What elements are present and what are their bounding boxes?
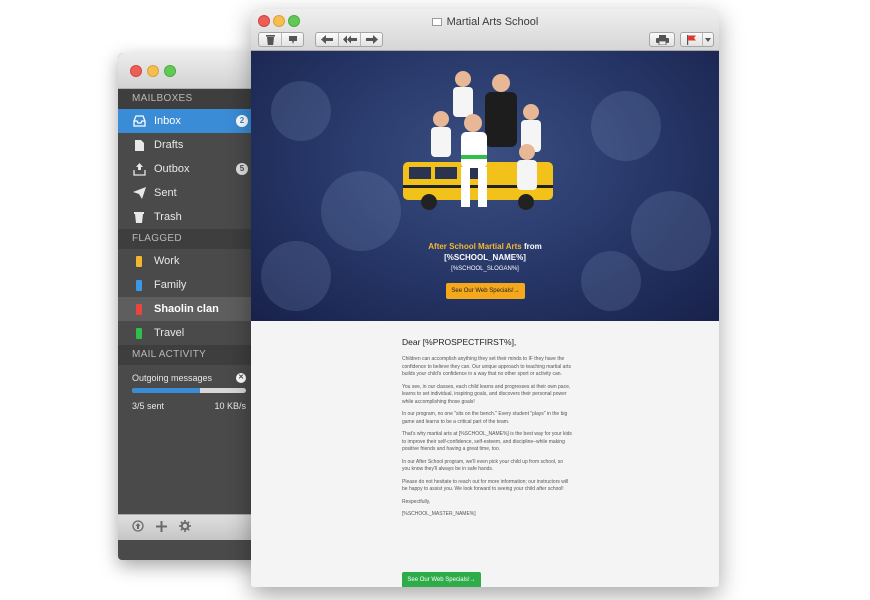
send-progress-fill: [132, 388, 201, 393]
trash-button[interactable]: [259, 33, 281, 46]
sidebar-item-label: Work: [154, 255, 180, 267]
sidebar-item-outbox[interactable]: Outbox 5: [118, 157, 258, 181]
sidebar-item-label: Trash: [154, 211, 182, 223]
sidebar-item-label: Outbox: [154, 163, 190, 175]
outbox-icon: [132, 162, 146, 176]
section-header-activity: MAIL ACTIVITY: [118, 345, 258, 365]
sidebar-item-travel[interactable]: Travel: [118, 321, 258, 345]
envelope-icon: [431, 18, 442, 26]
sidebar-item-work[interactable]: Work: [118, 249, 258, 273]
sidebar-item-inbox[interactable]: Inbox 2: [118, 109, 258, 133]
close-window-button[interactable]: [130, 65, 142, 77]
letter-content: Dear [%PROSPECTFIRST%], Children can acc…: [402, 337, 572, 524]
message-window: Martial Arts School After School Martial…: [251, 9, 719, 587]
minimize-window-button[interactable]: [147, 65, 159, 77]
pending-badge: 5: [236, 163, 248, 175]
plus-icon[interactable]: [156, 520, 167, 535]
flag-icon: [132, 302, 146, 316]
letter-paragraph: Please do not hesitate to reach out for …: [402, 478, 569, 493]
section-header-flagged: FLAGGED: [118, 229, 258, 249]
flag-icon: [132, 254, 146, 268]
hero-title-rest: from: [521, 242, 542, 251]
letter-signoff: Respectfully,: [402, 498, 431, 505]
chevron-down-icon: [702, 33, 713, 46]
delete-junk-group: [258, 32, 304, 47]
mail-activity-panel: Outgoing messages ✕ 3/5 sent 10 KB/s: [118, 365, 258, 413]
sidebar-item-sent[interactable]: Sent: [118, 181, 258, 205]
sidebar-item-label: Travel: [154, 327, 185, 339]
unread-badge: 2: [236, 115, 248, 127]
hero-title-accent: After School Martial Arts: [428, 242, 522, 251]
sidebar-item-label: Family: [154, 279, 187, 291]
reply-group: [315, 32, 383, 47]
mail-titlebar: [118, 53, 258, 89]
sidebar-item-shaolin-clan[interactable]: Shaolin clan: [118, 297, 258, 321]
sidebar-item-drafts[interactable]: Drafts: [118, 133, 258, 157]
crowd-shape: [591, 91, 661, 161]
reply-all-button[interactable]: [338, 33, 360, 46]
letter-paragraph: In our After School program, we'll even …: [402, 458, 564, 473]
send-progress-bar: [132, 388, 246, 393]
sidebar-footer: [118, 514, 258, 540]
letter-paragraph: That's why martial arts at [%SCHOOL_NAME…: [402, 431, 572, 452]
sidebar-item-label: Shaolin clan: [154, 303, 219, 315]
hero-school-name: [%SCHOOL_NAME%]: [444, 253, 526, 262]
window-title: Martial Arts School: [251, 16, 719, 28]
flag-icon: [681, 33, 702, 46]
sidebar-item-label: Drafts: [154, 139, 184, 151]
junk-button[interactable]: [281, 33, 303, 46]
sent-count: 3/5 sent: [132, 401, 165, 411]
sidebar-item-label: Sent: [154, 187, 177, 199]
flag-menu[interactable]: [680, 32, 714, 47]
hero-headline: After School Martial Arts from [%SCHOOL_…: [251, 241, 719, 263]
sidebar-item-label: Inbox: [154, 115, 181, 127]
email-letter-body: Dear [%PROSPECTFIRST%], Children can acc…: [251, 321, 719, 587]
letter-paragraph: Children can accomplish anything they se…: [402, 356, 571, 377]
section-header-mailboxes: MAILBOXES: [118, 89, 258, 109]
crowd-shape: [321, 171, 401, 251]
hero-slogan: [%SCHOOL_SLOGAN%]: [451, 266, 519, 272]
sidebar: MAILBOXES Inbox 2 Drafts Outbox 5 Sent T…: [118, 89, 258, 540]
gear-icon[interactable]: [179, 520, 191, 535]
print-button[interactable]: [649, 32, 675, 47]
letter-signature: [%SCHOOL_MASTER_NAME%]: [402, 511, 476, 517]
letter-greeting: Dear [%PROSPECTFIRST%],: [402, 337, 517, 347]
message-titlebar: Martial Arts School: [251, 9, 719, 51]
trash-icon: [132, 210, 146, 224]
cancel-send-button[interactable]: ✕: [236, 373, 246, 383]
web-specials-button[interactable]: See Our Web Specials!→: [446, 283, 525, 299]
up-arrow-icon[interactable]: [132, 520, 144, 535]
letter-paragraph: You see, in our classes, each child lear…: [402, 383, 571, 405]
transfer-speed: 10 KB/s: [214, 401, 246, 411]
mail-app-window: MAILBOXES Inbox 2 Drafts Outbox 5 Sent T…: [118, 53, 258, 560]
paper-plane-icon: [132, 186, 146, 200]
web-specials-cta-button[interactable]: See Our Web Specials!→: [402, 572, 481, 587]
document-icon: [132, 138, 146, 152]
crowd-shape: [271, 81, 331, 141]
window-title-text: Martial Arts School: [446, 16, 539, 28]
sidebar-item-trash[interactable]: Trash: [118, 205, 258, 229]
email-hero-banner: After School Martial Arts from [%SCHOOL_…: [251, 51, 719, 321]
reply-button[interactable]: [316, 33, 338, 46]
martial-arts-kids-illustration: [403, 71, 553, 210]
sidebar-item-family[interactable]: Family: [118, 273, 258, 297]
zoom-window-button[interactable]: [164, 65, 176, 77]
forward-button[interactable]: [360, 33, 382, 46]
inbox-icon: [132, 114, 146, 128]
letter-paragraph: In our program, no one "sits on the benc…: [402, 411, 568, 425]
outgoing-label: Outgoing messages: [132, 373, 213, 383]
flag-icon: [132, 278, 146, 292]
flag-icon: [132, 326, 146, 340]
